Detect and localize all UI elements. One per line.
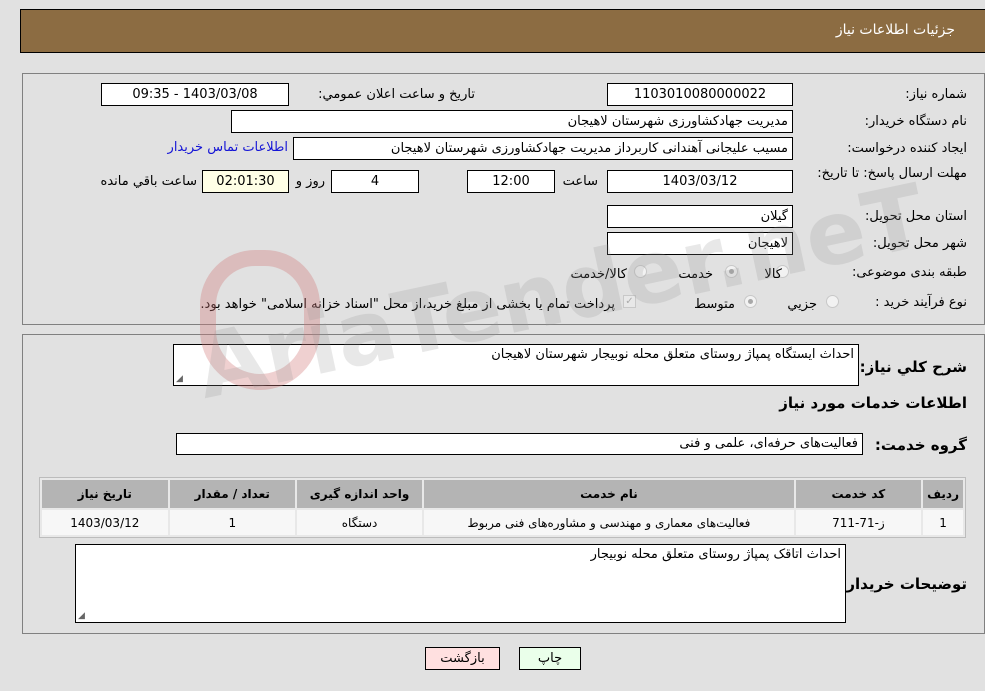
deadline-label: مهلت ارسال پاسخ: تا تاریخ: xyxy=(817,166,967,181)
treasury-note: پرداخت تمام یا بخشی از مبلغ خرید،از محل … xyxy=(200,297,615,312)
announce-label: تاریخ و ساعت اعلان عمومي: xyxy=(318,87,475,102)
cell-service-code: ز-71-711 xyxy=(795,510,922,535)
buyer-contact-link[interactable]: اطلاعات تماس خریدار xyxy=(168,140,288,155)
cell-quantity: 1 xyxy=(169,510,295,535)
deadline-time-field: 12:00 xyxy=(467,170,555,193)
col-quantity: تعداد / مقدار xyxy=(169,480,295,508)
col-row-number: ردیف xyxy=(923,480,963,508)
buyer-org-label: نام دستگاه خریدار: xyxy=(864,114,967,129)
cell-service-name: فعالیت‌های معماری و مهندسی و مشاوره‌های … xyxy=(424,510,794,535)
back-button[interactable]: بازگشت xyxy=(425,647,500,670)
category-radio-goods-service[interactable] xyxy=(634,265,647,278)
days-label: روز و xyxy=(295,174,325,189)
resize-grip-icon[interactable]: ◢ xyxy=(176,374,183,384)
creator-label: ایجاد کننده درخواست: xyxy=(847,141,967,156)
buyer-notes-textarea[interactable]: احداث اتاقک پمپاژ روستای متعلق محله نوبی… xyxy=(75,544,846,623)
province-label: استان محل تحویل: xyxy=(865,209,967,224)
col-need-date: تاریخ نیاز xyxy=(42,480,168,508)
col-service-name: نام خدمت xyxy=(424,480,794,508)
category-option-goods: کالا xyxy=(764,267,782,282)
city-label: شهر محل تحویل: xyxy=(872,236,967,251)
service-group-field: فعالیت‌های حرفه‌ای، علمی و فنی xyxy=(176,433,863,455)
cell-unit: دستگاه xyxy=(296,510,423,535)
process-option-medium: متوسط xyxy=(694,297,735,312)
time-remaining-field: 02:01:30 xyxy=(202,170,289,193)
process-radio-medium[interactable] xyxy=(744,295,757,308)
col-unit: واحد اندازه گیری xyxy=(296,480,423,508)
buyer-org-field: مدیریت جهادکشاورزی شهرستان لاهیجان xyxy=(231,110,793,133)
city-field: لاهیجان xyxy=(607,232,793,255)
cell-row-number: 1 xyxy=(923,510,963,535)
description-label: شرح كلي نياز: xyxy=(859,358,967,376)
days-remaining-field: 4 xyxy=(331,170,419,193)
page-title: جزئیات اطلاعات نیاز xyxy=(835,22,955,38)
cell-need-date: 1403/03/12 xyxy=(42,510,168,535)
description-text: احداث ایستگاه پمپاژ روستای متعلق محله نو… xyxy=(491,347,854,362)
announce-datetime-field: 1403/03/08 - 09:35 xyxy=(101,83,289,106)
buyer-notes-label: توضیحات خریدار: xyxy=(840,575,967,593)
services-heading: اطلاعات خدمات مورد نیاز xyxy=(779,394,967,412)
process-option-minor: جزيي xyxy=(787,297,817,312)
process-label: نوع فرآیند خرید : xyxy=(875,295,967,310)
category-label: طبقه بندی موضوعی: xyxy=(851,265,967,280)
resize-grip-icon[interactable]: ◢ xyxy=(78,611,85,621)
creator-field: مسیب علیجانی آهندانی کاربرداز مدیریت جها… xyxy=(293,137,793,160)
category-radio-service[interactable] xyxy=(725,265,738,278)
page-header: جزئیات اطلاعات نیاز xyxy=(20,9,985,53)
col-service-code: کد خدمت xyxy=(795,480,922,508)
treasury-checkbox[interactable]: ✓ xyxy=(623,295,636,308)
buyer-notes-text: احداث اتاقک پمپاژ روستای متعلق محله نوبی… xyxy=(590,547,841,562)
description-textarea[interactable]: احداث ایستگاه پمپاژ روستای متعلق محله نو… xyxy=(173,344,859,386)
table-row: 1 ز-71-711 فعالیت‌های معماری و مهندسی و … xyxy=(42,510,963,535)
category-option-service: خدمت xyxy=(678,267,713,282)
print-button[interactable]: چاپ xyxy=(519,647,581,670)
deadline-date-field: 1403/03/12 xyxy=(607,170,793,193)
deadline-time-label: ساعت xyxy=(562,174,598,189)
need-number-field: 1103010080000022 xyxy=(607,83,793,106)
process-radio-minor[interactable] xyxy=(826,295,839,308)
province-field: گیلان xyxy=(607,205,793,228)
service-group-label: گروه خدمت: xyxy=(874,436,967,454)
category-option-goods-service: کالا/خدمت xyxy=(570,267,627,282)
table-header-row: ردیف کد خدمت نام خدمت واحد اندازه گیری ت… xyxy=(42,480,963,508)
services-table: ردیف کد خدمت نام خدمت واحد اندازه گیری ت… xyxy=(39,477,966,538)
need-number-label: شماره نیاز: xyxy=(905,87,967,102)
time-remaining-label: ساعت باقي مانده xyxy=(100,174,197,189)
